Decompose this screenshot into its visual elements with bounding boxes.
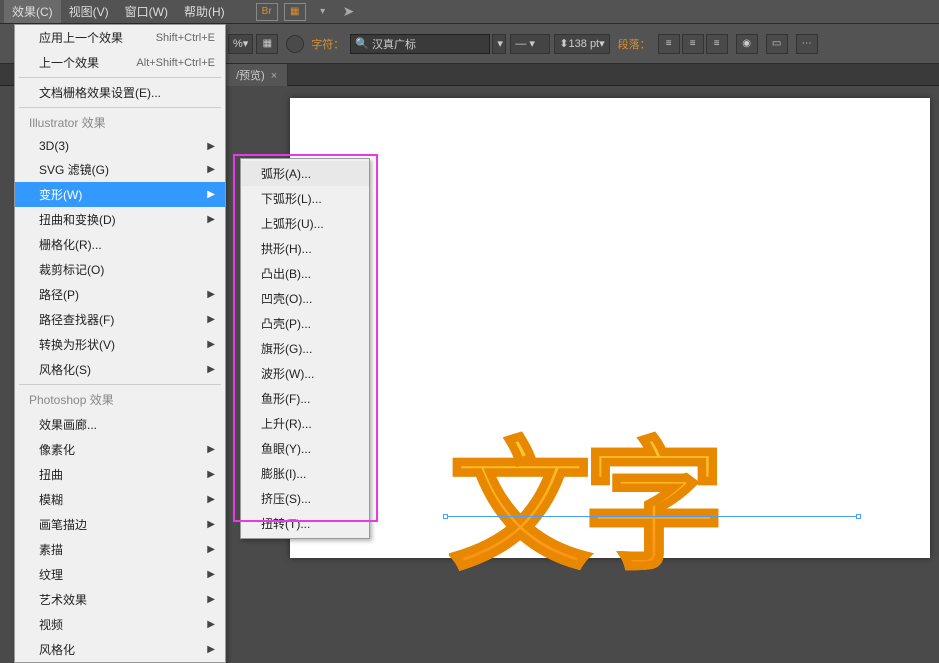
char-label: 字符： [311, 36, 344, 52]
submenu-item-14[interactable]: 扭转(T)... [241, 511, 369, 536]
submenu-item-13[interactable]: 挤压(S)... [241, 486, 369, 511]
rocket-icon[interactable]: ➤ [343, 3, 355, 20]
menu-view[interactable]: 视图(V) [61, 0, 117, 23]
menu-ps-item-7[interactable]: 艺术效果▶ [15, 587, 225, 612]
chevron-right-icon: ▶ [207, 289, 215, 300]
font-search[interactable]: 🔍 汉真广标 [350, 34, 490, 54]
submenu-item-9[interactable]: 鱼形(F)... [241, 386, 369, 411]
menu-ps-item-2[interactable]: 扭曲▶ [15, 462, 225, 487]
menu-ai-item-9[interactable]: 风格化(S)▶ [15, 357, 225, 382]
menu-ai-item-4[interactable]: 栅格化(R)... [15, 232, 225, 257]
chevron-right-icon: ▶ [207, 214, 215, 225]
menu-doc-raster[interactable]: 文档栅格效果设置(E)... [15, 80, 225, 105]
menu-ai-item-7[interactable]: 路径查找器(F)▶ [15, 307, 225, 332]
header-illustrator: Illustrator 效果 [15, 110, 225, 135]
warp-icon[interactable]: ◉ [736, 34, 758, 54]
dropdown-icon[interactable]: ▾ [312, 3, 334, 21]
submenu-item-7[interactable]: 旗形(G)... [241, 336, 369, 361]
menu-ps-item-3[interactable]: 模糊▶ [15, 487, 225, 512]
chevron-right-icon: ▶ [207, 314, 215, 325]
submenu-item-4[interactable]: 凸出(B)... [241, 261, 369, 286]
chevron-right-icon: ▶ [207, 164, 215, 175]
submenu-item-3[interactable]: 拱形(H)... [241, 236, 369, 261]
menu-ps-item-6[interactable]: 纹理▶ [15, 562, 225, 587]
chevron-right-icon: ▶ [207, 469, 215, 480]
chevron-right-icon: ▶ [207, 569, 215, 580]
chevron-right-icon: ▶ [207, 594, 215, 605]
chevron-right-icon: ▶ [207, 619, 215, 630]
menu-ps-item-4[interactable]: 画笔描边▶ [15, 512, 225, 537]
grid-icon[interactable]: ▦ [256, 34, 278, 54]
submenu-item-12[interactable]: 膨胀(I)... [241, 461, 369, 486]
zoom-field[interactable]: % ▾ [228, 34, 253, 54]
submenu-item-11[interactable]: 鱼眼(Y)... [241, 436, 369, 461]
artboard: 文字 [290, 98, 930, 558]
chevron-right-icon: ▶ [207, 644, 215, 655]
chevron-right-icon: ▶ [207, 364, 215, 375]
warp-submenu: 弧形(A)...下弧形(L)...上弧形(U)...拱形(H)...凸出(B).… [240, 158, 370, 539]
menubar: 效果(C) 视图(V) 窗口(W) 帮助(H) Br ▦ ▾ ➤ [0, 0, 939, 24]
chevron-right-icon: ▶ [207, 544, 215, 555]
document-tab[interactable]: /预览)× [226, 64, 288, 86]
more-icon[interactable]: ⋯ [796, 34, 818, 54]
menu-window[interactable]: 窗口(W) [117, 0, 176, 23]
menu-ps-item-0[interactable]: 效果画廊... [15, 412, 225, 437]
menu-ps-item-5[interactable]: 素描▶ [15, 537, 225, 562]
align-left-icon[interactable]: ≡ [658, 34, 680, 54]
chevron-right-icon: ▶ [207, 494, 215, 505]
menu-ps-item-8[interactable]: 视频▶ [15, 612, 225, 637]
submenu-item-10[interactable]: 上升(R)... [241, 411, 369, 436]
submenu-item-1[interactable]: 下弧形(L)... [241, 186, 369, 211]
transform-icon[interactable]: ▭ [766, 34, 788, 54]
text-baseline [446, 516, 856, 517]
arrange-icon[interactable]: ▦ [284, 3, 306, 21]
para-label: 段落： [618, 36, 651, 52]
submenu-item-2[interactable]: 上弧形(U)... [241, 211, 369, 236]
submenu-item-5[interactable]: 凹壳(O)... [241, 286, 369, 311]
bridge-icon[interactable]: Br [256, 3, 278, 21]
search-icon: 🔍 [355, 37, 369, 50]
chevron-right-icon: ▶ [207, 141, 215, 152]
chevron-right-icon: ▶ [207, 189, 215, 200]
header-photoshop: Photoshop 效果 [15, 387, 225, 412]
menu-ai-item-5[interactable]: 裁剪标记(O) [15, 257, 225, 282]
text-handle-end[interactable] [856, 514, 861, 519]
align-right-icon[interactable]: ≡ [706, 34, 728, 54]
menu-apply-last[interactable]: 应用上一个效果 Shift+Ctrl+E [15, 25, 225, 50]
effects-menu: 应用上一个效果 Shift+Ctrl+E 上一个效果 Alt+Shift+Ctr… [14, 24, 226, 663]
chevron-right-icon: ▶ [207, 339, 215, 350]
font-dropdown[interactable]: ▾ [492, 34, 506, 54]
menu-ps-item-1[interactable]: 像素化▶ [15, 437, 225, 462]
menu-ai-item-3[interactable]: 扭曲和变换(D)▶ [15, 207, 225, 232]
close-icon[interactable]: × [271, 70, 277, 82]
menu-ai-item-1[interactable]: SVG 滤镜(G)▶ [15, 157, 225, 182]
menu-effects[interactable]: 效果(C) [4, 0, 61, 23]
menu-ai-item-6[interactable]: 路径(P)▶ [15, 282, 225, 307]
chevron-right-icon: ▶ [207, 519, 215, 530]
font-size[interactable]: ⬍ 138 pt ▾ [554, 34, 609, 54]
menu-ai-item-2[interactable]: 变形(W)▶ [15, 182, 225, 207]
align-center-icon[interactable]: ≡ [682, 34, 704, 54]
menu-last-effect[interactable]: 上一个效果 Alt+Shift+Ctrl+E [15, 50, 225, 75]
font-name: 汉真广标 [372, 36, 416, 52]
menu-help[interactable]: 帮助(H) [176, 0, 233, 23]
font-style[interactable]: — ▾ [510, 34, 550, 54]
color-swatch[interactable] [286, 35, 304, 53]
submenu-item-8[interactable]: 波形(W)... [241, 361, 369, 386]
menu-ai-item-8[interactable]: 转换为形状(V)▶ [15, 332, 225, 357]
menu-ps-item-9[interactable]: 风格化▶ [15, 637, 225, 662]
submenu-item-0[interactable]: 弧形(A)... [241, 161, 369, 186]
artwork-text[interactable]: 文字 [450, 394, 718, 596]
submenu-item-6[interactable]: 凸壳(P)... [241, 311, 369, 336]
text-handle-start[interactable] [443, 514, 448, 519]
chevron-right-icon: ▶ [207, 444, 215, 455]
menu-ai-item-0[interactable]: 3D(3)▶ [15, 135, 225, 157]
